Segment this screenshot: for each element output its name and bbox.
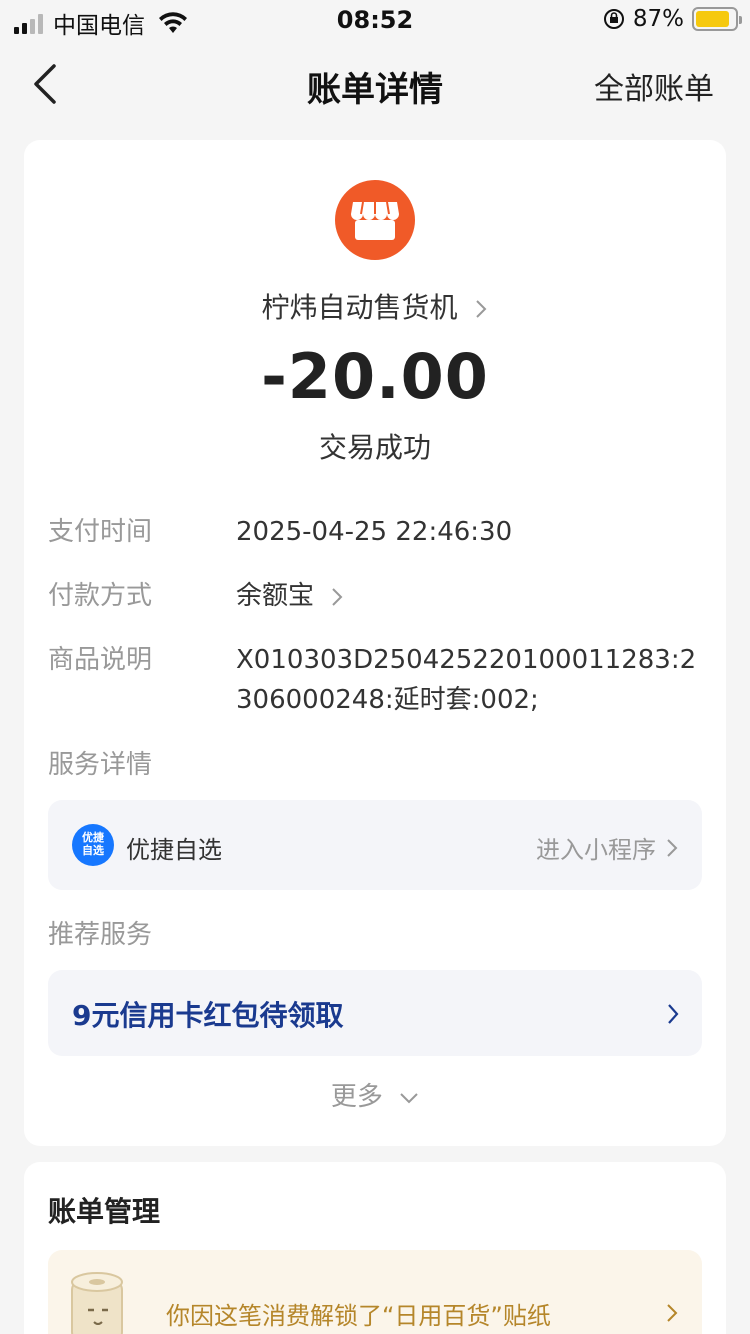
all-bills-link[interactable]: 全部账单 [594,64,714,108]
battery-icon [692,7,742,31]
chevron-right-icon [476,300,487,318]
detail-value-wrap: 余额宝 [236,576,708,616]
more-button[interactable]: 更多 [24,1076,726,1113]
store-icon [335,180,415,260]
chevron-right-icon [667,1304,678,1322]
more-label: 更多 [330,1082,383,1112]
transaction-status: 交易成功 [318,431,431,464]
battery-fill [696,11,730,27]
status-right: 87% [603,6,742,32]
promo-item[interactable]: 9元信用卡红包待领取 [48,970,702,1056]
amount: -20.00 [261,340,489,413]
chevron-right-icon [667,838,678,857]
mini-program-icon: 优捷 自选 [72,824,114,866]
sticker-banner[interactable]: 你因这笔消费解锁了“日用百货”贴纸 [48,1250,702,1334]
promo-text: 9元信用卡红包待领取 [72,999,344,1032]
chevron-right-icon [332,587,343,606]
merchant-name: 柠炜自动售货机 [261,291,458,324]
detail-value: X010303D250425220100011283:2306000248:延时… [236,645,697,715]
service-name: 优捷自选 [126,836,222,864]
payment-method: 余额宝 [236,581,315,611]
detail-label: 商品说明 [48,645,153,675]
nav-bar: 账单详情 全部账单 [0,40,750,130]
enter-mini-program-link[interactable]: 进入小程序 [536,830,678,865]
service-section-label: 服务详情 [48,750,153,780]
recommend-section-label: 推荐服务 [48,920,153,950]
detail-label: 支付时间 [48,517,153,547]
rotation-lock-icon [603,9,624,29]
merchant-link[interactable]: 柠炜自动售货机 [24,286,726,326]
detail-value: 2025-04-25 22:46:30 [236,517,513,547]
battery-percent: 87% [632,6,684,32]
status-bar: 中国电信 08:52 87% [0,0,750,40]
service-item[interactable]: 优捷 自选 优捷自选 进入小程序 [48,800,702,890]
detail-label: 付款方式 [48,581,153,611]
sticker-text: 你因这笔消费解锁了“日用百货”贴纸 [166,1302,551,1330]
section-title: 账单管理 [48,1195,161,1228]
chevron-right-icon [668,1004,679,1024]
bill-detail-card: 柠炜自动售货机 -20.00 交易成功 支付时间 2025-04-25 22:4… [24,140,726,1146]
tissue-roll-icon [71,1272,123,1334]
bill-management-card: 账单管理 你因这笔消费解锁了“日用百货”贴纸 [24,1162,726,1334]
service-action: 进入小程序 [536,836,656,864]
chevron-down-icon [400,1092,418,1103]
